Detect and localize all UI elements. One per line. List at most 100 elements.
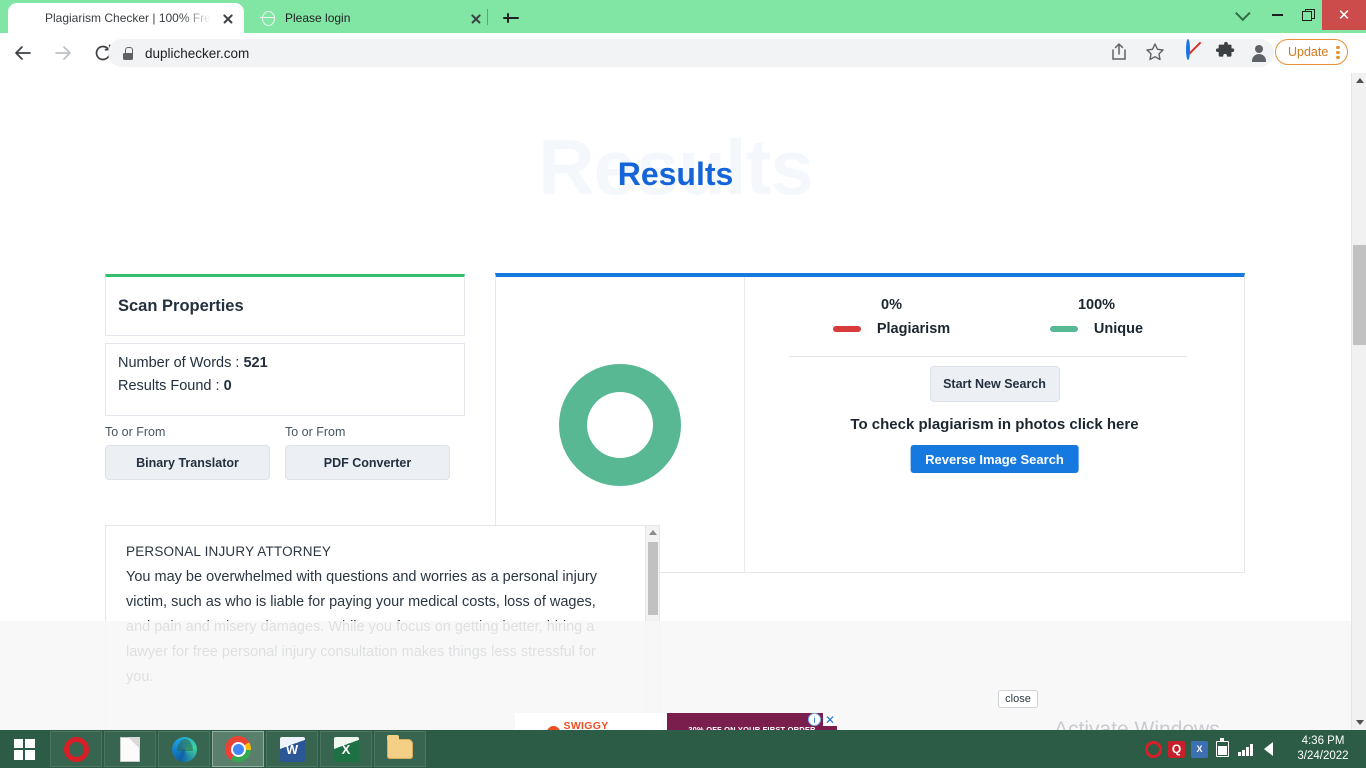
binary-translator-button[interactable]: Binary Translator (105, 445, 270, 480)
address-bar-url: duplichecker.com (145, 45, 250, 61)
taskbar-word-icon[interactable]: W (266, 731, 318, 767)
close-window-button[interactable]: ✕ (1322, 0, 1366, 30)
tab-title: Plagiarism Checker | 100% Free a (45, 11, 211, 25)
duplichecker-icon (20, 10, 36, 26)
legend-label-unique: Unique (1093, 321, 1144, 337)
page-title: Results (617, 156, 734, 192)
legend-item-plagiarism: 0% Plagiarism (789, 297, 994, 337)
activate-windows-title: Activate Windows (1054, 718, 1220, 730)
results-found-value: 0 (223, 378, 232, 394)
excel-glyph: X (333, 736, 359, 762)
start-new-search-button[interactable]: Start New Search (929, 366, 1060, 402)
star-icon[interactable] (1144, 41, 1168, 65)
results-summary: 0% Plagiarism 100% Unique Start New Sear… (745, 277, 1244, 572)
system-tray: Q X 4:36 PM 3/24/2022 (1142, 730, 1366, 768)
tab-separator (487, 9, 488, 25)
close-ad-button[interactable]: close (998, 690, 1038, 708)
browser-tab-strip: Plagiarism Checker | 100% Free a Please … (0, 0, 1366, 33)
page-scrollbar[interactable] (1351, 73, 1366, 730)
results-found-row: Results Found : 0 (118, 378, 464, 394)
signal-icon[interactable] (1234, 730, 1257, 768)
scanned-text-scrollbar[interactable] (645, 526, 659, 729)
scrollbar-thumb[interactable] (648, 542, 658, 615)
close-icon[interactable] (468, 10, 484, 26)
chevron-down-icon[interactable] (1229, 0, 1257, 30)
extensions-icon[interactable] (1215, 41, 1239, 65)
pdf-converter-caption: To or From (285, 425, 346, 439)
excel-tray-icon[interactable]: X (1188, 730, 1211, 768)
results-found-label: Results Found : (118, 378, 224, 394)
windows-start-icon[interactable] (0, 730, 48, 768)
share-icon[interactable] (1108, 41, 1132, 65)
duplichecker-results-page: Results Results Scan Properties Number o… (0, 73, 1366, 730)
legend-item-unique: 100% Unique (994, 297, 1199, 337)
taskbar-chrome-icon[interactable] (212, 731, 264, 767)
advertisement-banner[interactable]: SWIGGY instamart 30% OFF ON YOUR FIRST O… (515, 713, 837, 730)
address-bar[interactable]: duplichecker.com (108, 39, 1274, 67)
tab-title: Please login (285, 11, 351, 25)
pdf-converter-group: To or From PDF Converter (285, 425, 450, 480)
scan-stats-card: Number of Words : 521 Results Found : 0 (105, 343, 465, 416)
chart-legend: 0% Plagiarism 100% Unique (789, 297, 1199, 337)
browser-tab-inactive[interactable]: Please login (248, 3, 492, 33)
legend-swatch-unique (1049, 326, 1078, 332)
taskbar-folder-icon[interactable] (374, 731, 426, 767)
ad-info-icon[interactable]: i (808, 713, 821, 726)
scanned-text-body: PERSONAL INJURY ATTORNEY You may be over… (106, 526, 626, 690)
binary-translator-caption: To or From (105, 425, 166, 439)
globe-icon (260, 10, 276, 26)
scanned-text-heading: PERSONAL INJURY ATTORNEY (126, 544, 332, 559)
taskbar-excel-icon[interactable]: X (320, 731, 372, 767)
word-count-label: Number of Words : (118, 355, 244, 371)
new-tab-button[interactable] (500, 7, 522, 29)
legend-label-plagiarism: Plagiarism (876, 321, 951, 337)
windows-taskbar: W X Q X 4:36 PM 3/24/2022 (0, 730, 1366, 768)
opera-tray-icon[interactable] (1142, 730, 1165, 768)
page-scrollbar-thumb[interactable] (1353, 245, 1366, 345)
block-icon[interactable] (1183, 39, 1207, 65)
scan-properties-card: Scan Properties (105, 274, 465, 336)
taskbar-opera-icon[interactable] (50, 731, 102, 767)
back-icon[interactable] (6, 36, 40, 70)
ad-close-icon[interactable]: ✕ (823, 713, 837, 727)
page-viewport: Results Results Scan Properties Number o… (0, 73, 1366, 730)
page-hero: Results Results (0, 128, 1351, 206)
binary-translator-group: To or From Binary Translator (105, 425, 270, 480)
reverse-image-search-button[interactable]: Reverse Image Search (910, 445, 1079, 473)
excel-tray-glyph: X (1191, 740, 1208, 758)
scroll-up-icon[interactable] (1355, 78, 1364, 83)
plagiarism-percent: 0% (881, 297, 902, 313)
clock-date: 3/24/2022 (1297, 750, 1349, 762)
word-glyph: W (279, 736, 305, 762)
quickheal-glyph: Q (1168, 740, 1185, 758)
photo-plagiarism-text: To check plagiarism in photos click here (850, 416, 1139, 433)
browser-tab-active[interactable]: Plagiarism Checker | 100% Free a (8, 3, 244, 33)
taskbar-clock[interactable]: 4:36 PM 3/24/2022 (1280, 734, 1366, 764)
word-count-row: Number of Words : 521 (118, 355, 464, 371)
forward-icon[interactable] (46, 36, 80, 70)
activate-windows-watermark: Activate Windows Go to PC settings to ac… (1054, 718, 1354, 730)
quickheal-icon[interactable]: Q (1165, 730, 1188, 768)
scanned-text-card[interactable]: PERSONAL INJURY ATTORNEY You may be over… (105, 525, 660, 730)
restore-button[interactable] (1292, 0, 1322, 30)
minimize-button[interactable] (1262, 0, 1292, 30)
kebab-icon[interactable] (1336, 44, 1340, 60)
legend-swatch-plagiarism (832, 326, 861, 332)
lock-icon (122, 46, 134, 60)
battery-icon[interactable] (1211, 730, 1234, 768)
scan-properties-heading: Scan Properties (118, 296, 244, 315)
taskbar-edge-icon[interactable] (158, 731, 210, 767)
update-button[interactable]: Update (1275, 39, 1349, 65)
plagiarism-donut-chart (559, 363, 681, 486)
scroll-down-icon[interactable] (1355, 720, 1364, 725)
word-count-value: 521 (243, 355, 268, 371)
pdf-converter-button[interactable]: PDF Converter (285, 445, 450, 480)
scroll-up-icon[interactable] (649, 530, 657, 535)
close-icon[interactable] (220, 10, 236, 26)
taskbar-document-icon[interactable] (104, 731, 156, 767)
browser-toolbar: duplichecker.com Update (0, 33, 1366, 73)
ad-brand: SWIGGY instamart (515, 713, 667, 730)
volume-icon[interactable] (1257, 730, 1280, 768)
donut-hole (587, 391, 653, 458)
profile-icon[interactable] (1247, 41, 1271, 65)
